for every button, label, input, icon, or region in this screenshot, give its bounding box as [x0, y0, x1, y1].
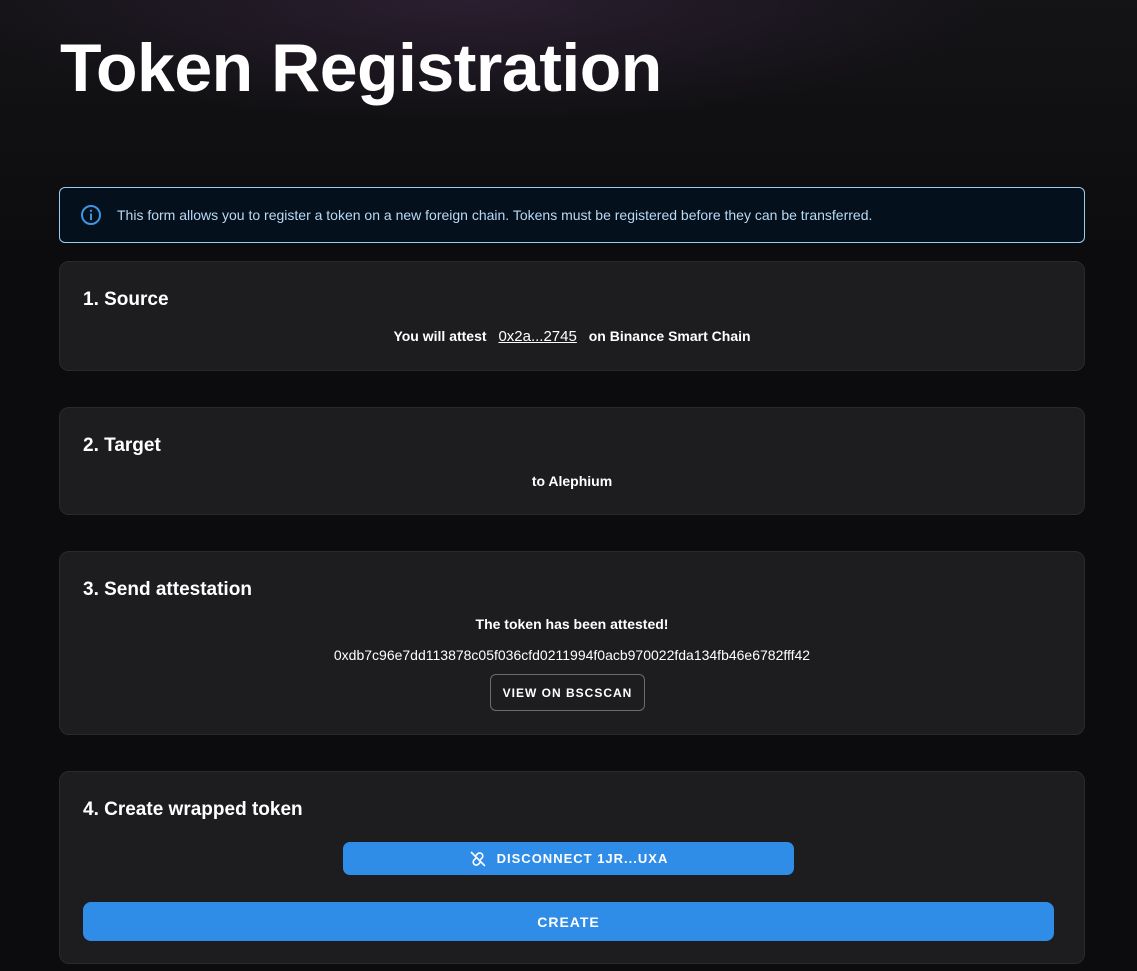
- source-summary: You will attest 0x2a...2745 on Binance S…: [60, 328, 1084, 345]
- source-card: 1. Source You will attest 0x2a...2745 on…: [59, 261, 1085, 371]
- source-suffix: on Binance Smart Chain: [588, 328, 751, 344]
- info-icon: [80, 204, 102, 226]
- transaction-hash: 0xdb7c96e7dd113878c05f036cfd0211994f0acb…: [333, 647, 811, 663]
- create-card: 4. Create wrapped token DISCONNECT 1JR..…: [59, 771, 1085, 964]
- attestation-title: 3. Send attestation: [83, 579, 252, 600]
- target-chain: to Alephium: [531, 473, 613, 489]
- source-title: 1. Source: [83, 289, 169, 310]
- target-title: 2. Target: [83, 435, 161, 456]
- disconnect-label: DISCONNECT 1JR...UXA: [496, 851, 669, 866]
- source-prefix: You will attest: [393, 328, 487, 344]
- attestation-card: 3. Send attestation The token has been a…: [59, 551, 1085, 735]
- page-title: Token Registration: [60, 30, 662, 106]
- disconnect-wallet-button[interactable]: DISCONNECT 1JR...UXA: [343, 842, 794, 875]
- target-card: 2. Target to Alephium: [59, 407, 1085, 515]
- info-text: This form allows you to register a token…: [117, 207, 873, 223]
- attestation-status: The token has been attested!: [475, 616, 669, 632]
- view-on-bscscan-button[interactable]: VIEW ON BSCSCAN: [490, 674, 645, 711]
- create-title: 4. Create wrapped token: [83, 799, 303, 820]
- token-address-link[interactable]: 0x2a...2745: [498, 328, 576, 345]
- link-off-icon: [469, 850, 487, 868]
- info-banner: This form allows you to register a token…: [59, 187, 1085, 243]
- create-button[interactable]: CREATE: [83, 902, 1054, 941]
